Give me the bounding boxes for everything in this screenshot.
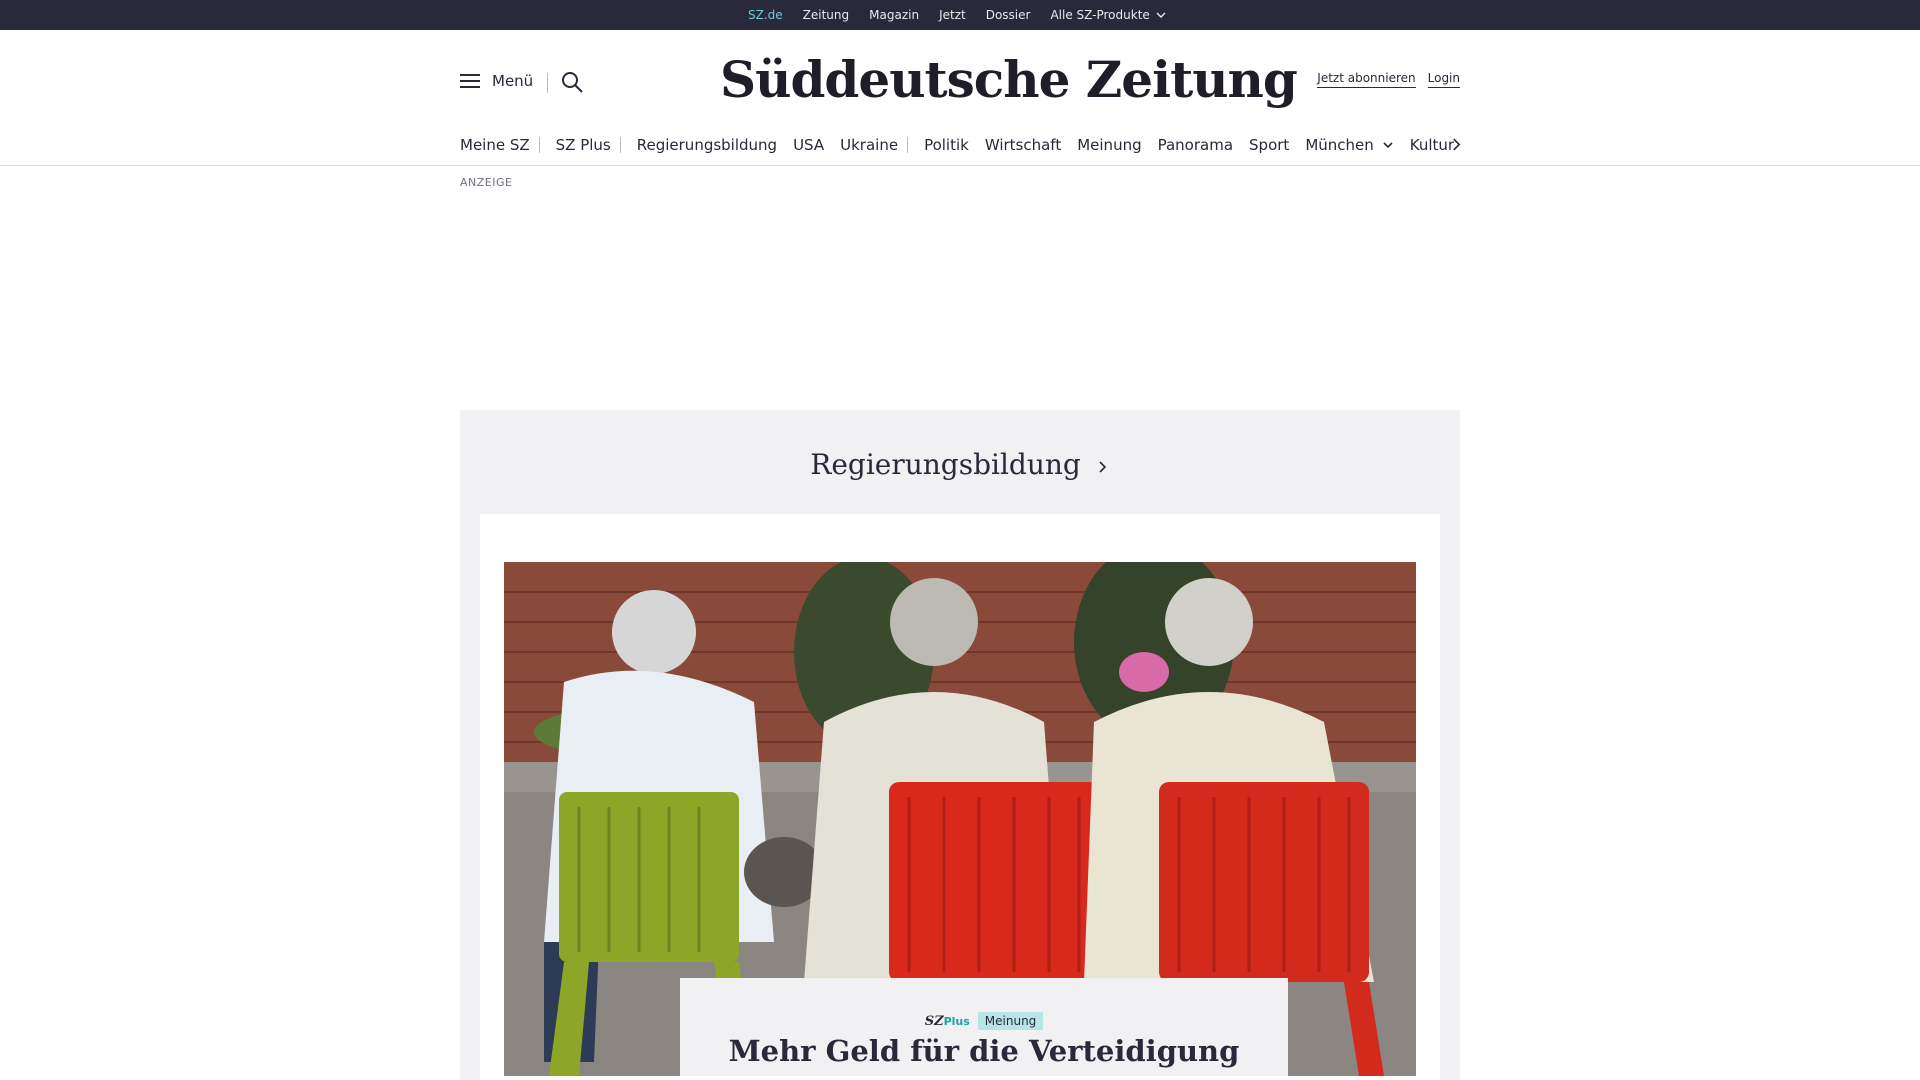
nav-item-usa[interactable]: USA — [793, 136, 824, 154]
article-image[interactable]: SZPlus Meinung Mehr Geld für die Verteid… — [504, 562, 1416, 1076]
nav-item-regierungsbildung[interactable]: Regierungsbildung — [637, 136, 777, 154]
nav-item-muenchen[interactable]: München — [1305, 136, 1393, 154]
site-logo[interactable]: Süddeutsche Zeitung — [720, 44, 1298, 116]
account-links: Jetzt abonnieren Login — [1305, 71, 1460, 88]
article-kicker: SZPlus Meinung — [680, 1012, 1288, 1030]
chevron-down-icon — [1156, 12, 1166, 18]
product-link-sz-de[interactable]: SZ.de — [748, 8, 783, 33]
search-icon — [562, 72, 583, 93]
category-badge: Meinung — [977, 1012, 1044, 1030]
chevron-right-icon — [1099, 460, 1106, 473]
product-link-zeitung[interactable]: Zeitung — [803, 8, 849, 22]
hamburger-icon — [460, 74, 480, 88]
sz-plus-logo: SZPlus — [925, 1014, 970, 1029]
nav-item-ukraine[interactable]: Ukraine — [840, 136, 898, 154]
article-headline[interactable]: Mehr Geld für die Verteidigung — [680, 1034, 1288, 1068]
product-links: SZ.de Zeitung Magazin Jetzt Dossier Alle… — [748, 0, 1186, 33]
nav-item-sport[interactable]: Sport — [1249, 136, 1289, 154]
product-link-label: Zeitung — [802, 8, 850, 22]
product-link-label: SZ.de — [748, 8, 783, 22]
divider — [619, 137, 621, 153]
product-link-magazin[interactable]: Magazin — [869, 8, 919, 22]
chevron-right-icon — [1452, 138, 1460, 150]
product-link-label: Magazin — [869, 8, 920, 22]
article-caption-box: SZPlus Meinung Mehr Geld für die Verteid… — [680, 978, 1288, 1076]
nav-item-politik[interactable]: Politik — [924, 136, 969, 154]
product-link-label: Jetzt — [939, 8, 966, 22]
nav-item-meinung[interactable]: Meinung — [1077, 136, 1141, 154]
menu-button[interactable]: Menü — [460, 72, 533, 90]
product-bar: SZ.de Zeitung Magazin Jetzt Dossier Alle… — [0, 0, 1920, 33]
nav-item-sz-plus[interactable]: SZ Plus — [556, 136, 611, 154]
sz-plus-logo-brand: SZ — [924, 1013, 944, 1029]
nav-scroll-right-button[interactable] — [1447, 129, 1465, 159]
divider — [547, 73, 548, 93]
subscribe-link[interactable]: Jetzt abonnieren — [1317, 71, 1416, 88]
login-link[interactable]: Login — [1427, 71, 1460, 88]
topic-block-title: Regierungsbildung — [810, 448, 1081, 481]
article-teaser[interactable]: SZPlus Meinung Mehr Geld für die Verteid… — [480, 514, 1440, 1080]
ad-label: ANZEIGE — [460, 176, 513, 189]
nav-item-wirtschaft[interactable]: Wirtschaft — [985, 136, 1061, 154]
ressort-nav: Meine SZ SZ Plus Regierungsbildung USA U… — [460, 130, 1470, 160]
sz-plus-logo-suffix: Plus — [943, 1014, 970, 1028]
product-link-dossier[interactable]: Dossier — [986, 8, 1031, 22]
product-link-jetzt[interactable]: Jetzt — [939, 8, 966, 22]
divider — [907, 137, 909, 153]
menu-label: Menü — [492, 72, 534, 90]
masthead: Menü Süddeutsche Zeitung Jetzt abonniere… — [0, 30, 1920, 166]
topic-block-title-link[interactable]: Regierungsbildung — [460, 448, 1460, 481]
nav-item-meine-sz[interactable]: Meine SZ — [460, 136, 530, 154]
divider — [538, 137, 540, 153]
topic-block: Regierungsbildung SZPlus Meinung Mehr Ge… — [460, 410, 1460, 1080]
product-link-all-products[interactable]: Alle SZ-Produkte — [1050, 8, 1166, 22]
chevron-down-icon — [1383, 142, 1393, 149]
nav-item-label: München — [1305, 136, 1374, 154]
product-link-label: Alle SZ-Produkte — [1050, 8, 1150, 22]
search-button[interactable] — [560, 70, 584, 94]
product-link-label: Dossier — [985, 8, 1031, 22]
nav-item-panorama[interactable]: Panorama — [1158, 136, 1233, 154]
